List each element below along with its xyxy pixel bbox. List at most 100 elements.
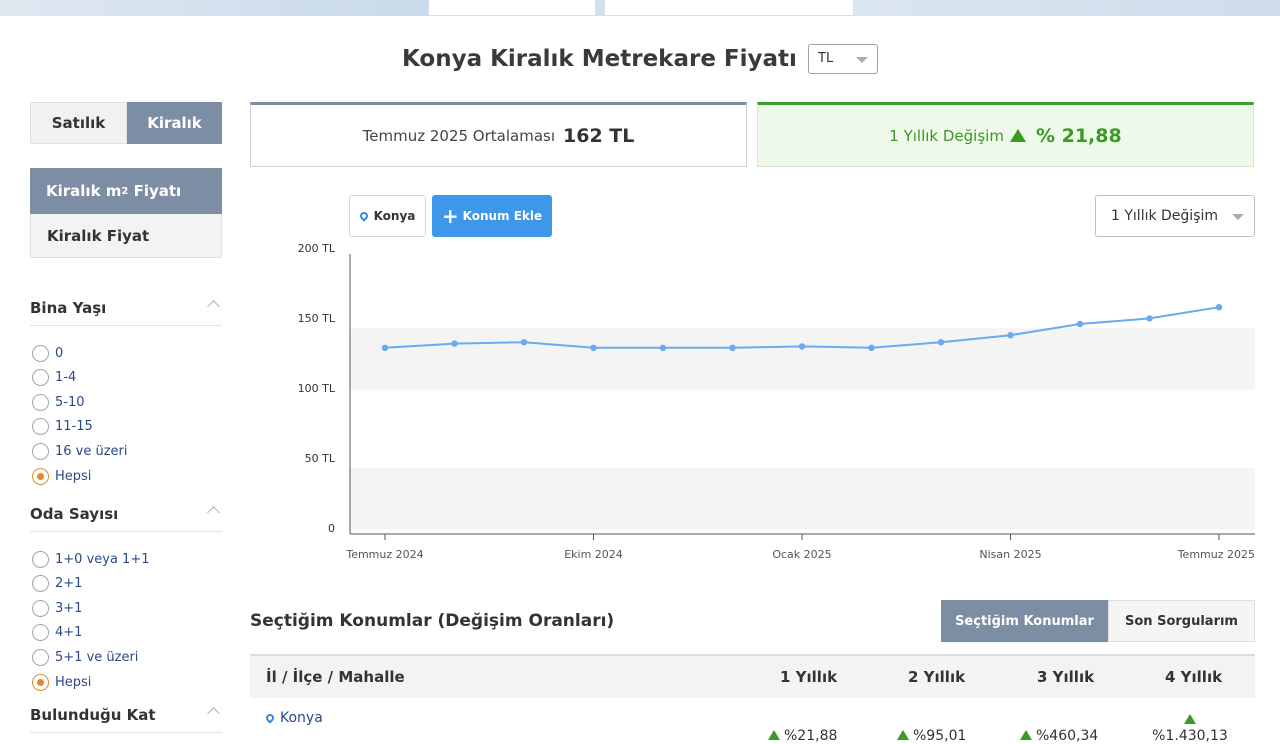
filter-option[interactable]: 1+0 veya 1+1 [32,548,150,570]
data-point [798,343,806,350]
row-4y: %1.430,13 [1150,712,1230,744]
range-select-value: 1 Yıllık Değişim [1111,208,1219,224]
filter-group-header[interactable]: Bina Yaşı [30,290,222,326]
filter-option[interactable]: Hepsi [32,671,91,693]
radio-button[interactable] [32,369,49,387]
chart-grid-band [350,328,1255,390]
chevron-up-icon[interactable] [207,707,220,720]
up-triangle-icon [1020,730,1032,740]
currency-value: TL [818,51,834,66]
radio-button[interactable] [32,673,49,691]
filter-option[interactable]: 5-10 [32,391,85,413]
radio-button[interactable] [32,344,49,362]
sale-rent-toggle: Satılık Kiralık [30,102,222,144]
radio-button[interactable] [32,599,49,617]
radio-button[interactable] [32,624,49,642]
caret-down-icon [1232,214,1244,220]
radio-button[interactable] [32,648,49,666]
x-tick-label: Temmuz 2025 [1177,548,1255,561]
data-point [1215,304,1223,311]
x-tick-label: Ocak 2025 [772,548,831,561]
radio-button[interactable] [32,418,49,436]
nav-m2-label: Kiralık m [46,182,122,200]
filter-group-header[interactable]: Bulunduğu Kat [30,697,222,733]
filter-option-label: 3+1 [55,600,83,616]
satilik-button[interactable]: Satılık [30,102,127,144]
x-tick-label: Temmuz 2024 [345,548,423,561]
caret-down-icon [856,57,869,63]
filter-option-label: Hepsi [55,468,92,484]
change-value: % 21,88 [1035,124,1122,147]
filter-option-label: 11-15 [55,419,93,435]
nav-m2-price[interactable]: Kiralık m2 Fiyatı [30,168,222,214]
kiralik-button[interactable]: Kiralık [127,102,222,144]
average-label: Temmuz 2025 Ortalaması [362,126,555,145]
up-triangle-icon [897,730,909,740]
data-point [451,340,458,347]
title-row: Konya Kiralık Metrekare Fiyatı TL [0,44,1280,74]
top-tab-1[interactable] [428,0,596,16]
data-point [659,344,667,351]
currency-select[interactable]: TL [808,44,879,74]
data-point [868,344,875,351]
chevron-up-icon[interactable] [207,506,220,519]
nav-m2-sup: 2 [121,185,129,197]
top-tab-2[interactable] [604,0,854,16]
filter-option-label: 1+0 veya 1+1 [55,551,150,567]
data-point [520,339,528,346]
radio-button[interactable] [32,467,49,485]
locations-tabs: Seçtiğim Konumlar Son Sorgularım [941,600,1255,642]
up-triangle-icon [1009,129,1026,142]
chart-grid-band [350,468,1255,530]
filter-option[interactable]: 5+1 ve üzeri [32,646,138,668]
tab-selected-locations[interactable]: Seçtiğim Konumlar [941,600,1108,642]
filter-option[interactable]: 1-4 [32,367,76,389]
col-3y: 3 Yıllık [1037,668,1095,686]
col-location: İl / İlçe / Mahalle [266,668,405,686]
filter-group-title: Oda Sayısı [30,504,119,523]
y-tick-label: 50 TL [305,452,336,465]
y-tick-label: 150 TL [298,312,336,325]
filter-option[interactable]: 3+1 [32,597,82,619]
row-location[interactable]: Konya [264,710,323,726]
filter-option[interactable]: 4+1 [32,622,82,644]
col-4y: 4 Yıllık [1165,668,1223,686]
data-point [1146,315,1153,322]
nav-m2-suffix: Fiyatı [128,182,182,200]
data-point [1007,332,1014,339]
radio-button[interactable] [32,575,49,593]
price-type-nav: Kiralık m2 Fiyatı Kiralık Fiyat [30,168,222,258]
filter-option[interactable]: 2+1 [32,573,82,595]
filter-group-title: Bulunduğu Kat [30,705,156,724]
tab-recent-queries[interactable]: Son Sorgularım [1108,600,1255,642]
data-point [381,344,389,351]
data-point [937,339,945,346]
change-box: 1 Yıllık Değişim % 21,88 [757,102,1254,167]
filter-option[interactable]: Hepsi [32,465,91,487]
up-triangle-icon [1184,714,1196,724]
page-title: Konya Kiralık Metrekare Fiyatı [401,46,797,72]
filter-group-title: Bina Yaşı [30,298,107,317]
add-location-button[interactable]: + Konum Ekle [432,195,552,237]
location-chip[interactable]: Konya [349,195,426,237]
row-location-label: Konya [280,710,323,726]
range-select[interactable]: 1 Yıllık Değişim [1095,195,1255,237]
filter-group-header[interactable]: Oda Sayısı [30,496,222,532]
map-pin-icon [264,712,276,724]
plus-icon: + [441,204,459,228]
col-2y: 2 Yıllık [908,668,966,686]
radio-button[interactable] [32,442,49,460]
radio-button[interactable] [32,393,49,411]
filter-option[interactable]: 11-15 [32,416,93,438]
chevron-up-icon[interactable] [207,300,220,313]
filter-option-label: Hepsi [55,674,92,690]
radio-button[interactable] [32,550,49,568]
average-box: Temmuz 2025 Ortalaması 162 TL [250,102,747,167]
table-row[interactable]: Konya %21,88 %95,01 %460,34 %1.430,13 [250,698,1255,744]
filter-option-label: 2+1 [55,576,83,592]
nav-total-price[interactable]: Kiralık Fiyat [30,214,222,258]
locations-section-title: Seçtiğim Konumlar (Değişim Oranları) [250,611,615,631]
filter-option[interactable]: 16 ve üzeri [32,440,128,462]
filter-option[interactable]: 0 [32,342,63,364]
x-tick-label: Ekim 2024 [564,548,623,561]
